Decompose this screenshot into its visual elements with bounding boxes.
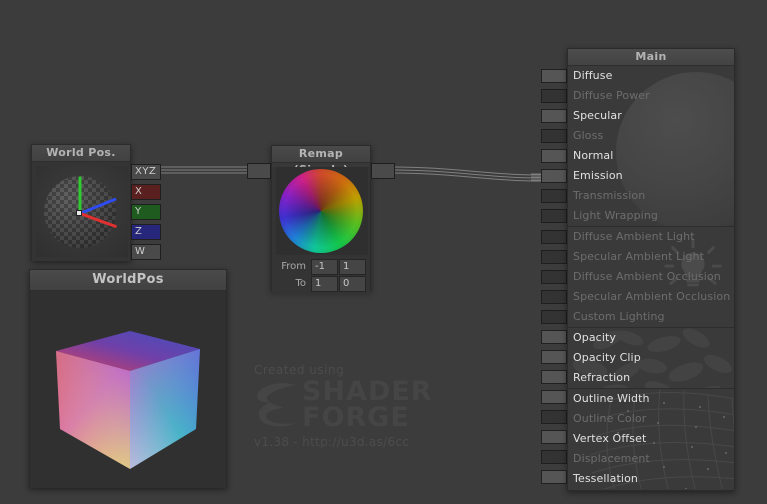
main-input-diffuse[interactable]: Diffuse [568,66,734,86]
watermark-words: SHADER FORGE [302,378,433,433]
main-input-normal[interactable]: Normal [568,146,734,166]
main-input-vertex-offset[interactable]: Vertex Offset [568,429,734,449]
main-input-light-wrapping[interactable]: Light Wrapping [568,206,734,226]
node-main[interactable]: Main Diffuse Diffuse Power Specular Glos… [567,48,735,491]
shader-forge-logo-icon [256,383,296,427]
socket-refraction[interactable] [541,370,567,384]
remap-from-b-input[interactable]: 1 [339,259,366,275]
remap-output-socket[interactable] [371,163,395,179]
main-input-specular-ambient-occlusion[interactable]: Specular Ambient Occlusion [568,287,734,307]
node-remap-title: Remap (Simple) [272,146,370,176]
main-input-diffuse-ambient-light[interactable]: Diffuse Ambient Light [568,227,734,247]
socket-opacity-clip[interactable] [541,350,567,364]
axis-origin-handle [76,210,82,216]
remap-to-a-input[interactable]: 1 [311,276,338,292]
watermark-word-forge: FORGE [302,402,410,433]
main-input-transmission[interactable]: Transmission [568,186,734,206]
color-wheel-shade [279,169,363,253]
main-input-displacement[interactable]: Displacement [568,449,734,469]
main-input-diffuse-ambient-occlusion[interactable]: Diffuse Ambient Occlusion [568,267,734,287]
main-input-specular-ambient-light[interactable]: Specular Ambient Light [568,247,734,267]
output-pin-x[interactable]: X [131,184,161,200]
output-pin-x-label: X [135,186,143,197]
main-input-specular[interactable]: Specular [568,106,734,126]
socket-opacity[interactable] [541,330,567,344]
socket-outline-color[interactable] [541,410,567,424]
socket-custom-lighting[interactable] [541,310,567,324]
output-pin-y-label: Y [135,206,142,217]
main-section-opacity: Opacity Opacity Clip Refraction [568,328,734,389]
remap-row-from: From -1 1 [276,259,366,275]
watermark-created-using: Created using [254,363,345,377]
world-pos-preview [36,166,128,257]
remap-to-b-input[interactable]: 0 [339,276,366,292]
socket-emission[interactable] [541,169,567,183]
worldpos-preview-body [30,291,226,488]
watermark-version-url: v1.38 - http://u3d.as/6cc [254,435,410,449]
main-section-vertex: Outline Width Outline Color Vertex Offse… [568,389,734,489]
remap-from-label: From [281,261,306,272]
socket-displacement[interactable] [541,450,567,464]
remap-row-to: To 1 0 [276,276,366,292]
node-world-pos-body [32,162,130,261]
remap-from-a-input[interactable]: -1 [311,259,338,275]
socket-outline-width[interactable] [541,390,567,404]
output-pin-xyz-label: XYZ [135,166,157,177]
remap-to-label: To [295,278,306,289]
output-pin-y[interactable]: Y [131,204,161,220]
remap-input-socket[interactable] [247,163,271,179]
node-world-pos-title: World Pos. [32,145,130,162]
socket-diffuse-ambient-light[interactable] [541,230,567,244]
main-input-emission[interactable]: Emission [568,166,734,186]
main-input-tessellation[interactable]: Tessellation [568,469,734,489]
main-input-custom-lighting[interactable]: Custom Lighting [568,307,734,327]
worldpos-preview-title: WorldPos [30,270,226,291]
main-input-refraction[interactable]: Refraction [568,368,734,388]
shader-forge-watermark: Created using SHADER FORGE v1.38 - http:… [254,363,434,453]
node-remap-body: From -1 1 To 1 0 [272,167,370,295]
axis-y-green-icon [78,176,82,214]
cube-preview-icon [56,331,200,469]
main-input-outline-width[interactable]: Outline Width [568,389,734,409]
node-main-body: Diffuse Diffuse Power Specular Gloss Nor… [568,66,734,490]
remap-color-preview [276,167,368,255]
socket-specular-ambient-occlusion[interactable] [541,290,567,304]
socket-vertex-offset[interactable] [541,430,567,444]
main-section-ambient: Diffuse Ambient Light Specular Ambient L… [568,227,734,328]
main-input-gloss[interactable]: Gloss [568,126,734,146]
socket-tessellation[interactable] [541,470,567,484]
output-pin-z[interactable]: Z [131,224,161,240]
socket-gloss[interactable] [541,129,567,143]
socket-light-wrapping[interactable] [541,209,567,223]
socket-specular-ambient-light[interactable] [541,250,567,264]
socket-diffuse-ambient-occlusion[interactable] [541,270,567,284]
output-pin-w-label: W [135,246,146,257]
output-pin-xyz[interactable]: XYZ [131,164,161,180]
remap-fields: From -1 1 To 1 0 [272,259,370,296]
socket-normal[interactable] [541,149,567,163]
main-input-outline-color[interactable]: Outline Color [568,409,734,429]
shader-graph-canvas[interactable]: World Pos. XYZ X Y Z W Remap (Simple) [0,0,767,504]
socket-transmission[interactable] [541,189,567,203]
watermark-logo: SHADER FORGE [254,378,434,433]
node-world-pos[interactable]: World Pos. [31,144,131,261]
main-input-opacity-clip[interactable]: Opacity Clip [568,348,734,368]
socket-diffuse-power[interactable] [541,89,567,103]
node-worldpos-preview-panel[interactable]: WorldPos [29,269,227,488]
node-remap-simple[interactable]: Remap (Simple) From -1 1 To 1 0 [271,145,371,295]
socket-diffuse[interactable] [541,69,567,83]
main-input-opacity[interactable]: Opacity [568,328,734,348]
main-section-lighting: Diffuse Diffuse Power Specular Gloss Nor… [568,66,734,227]
socket-specular[interactable] [541,109,567,123]
output-pin-w[interactable]: W [131,244,161,260]
node-main-title: Main [568,49,734,66]
main-input-diffuse-power[interactable]: Diffuse Power [568,86,734,106]
output-pin-z-label: Z [135,226,143,237]
